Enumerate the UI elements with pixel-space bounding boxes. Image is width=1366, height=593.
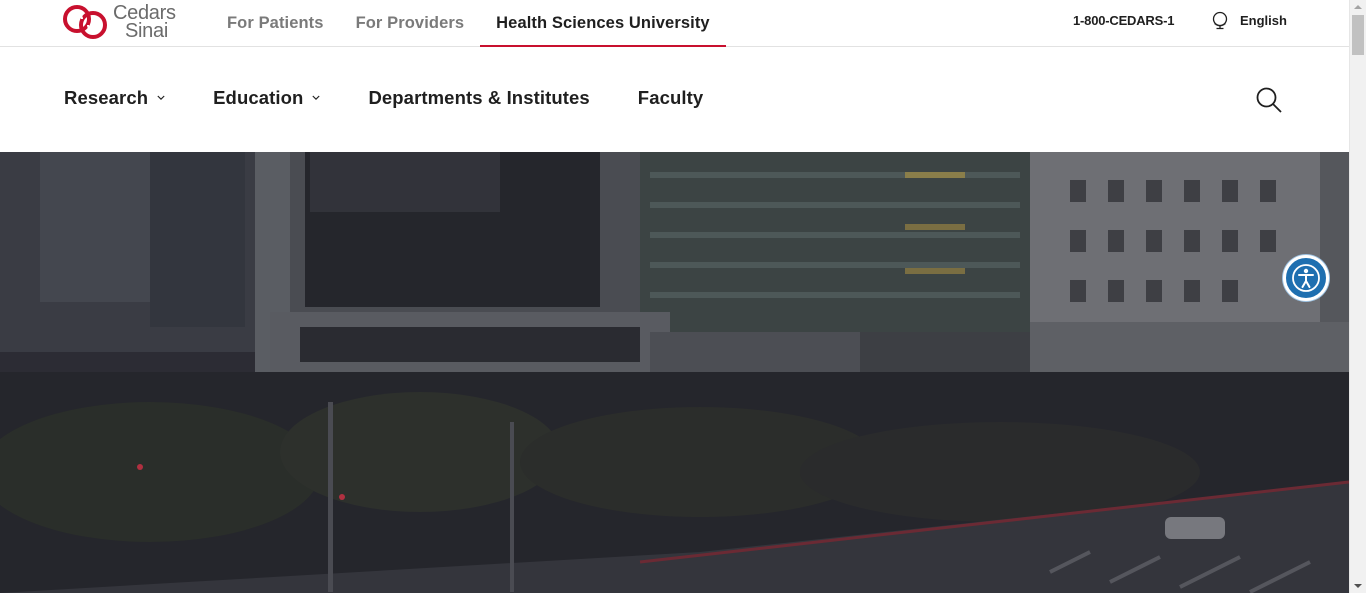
hospital-building-photo [0, 152, 1349, 593]
scroll-up-arrow-icon[interactable] [1350, 0, 1366, 14]
vertical-scrollbar[interactable] [1349, 0, 1366, 593]
scrollbar-thumb[interactable] [1352, 15, 1364, 55]
nav-education[interactable]: Education [213, 87, 321, 109]
accessibility-button[interactable] [1283, 255, 1329, 301]
chevron-down-icon [312, 95, 321, 100]
utility-bar: Cedars Sinai For Patients For Providers … [0, 0, 1349, 48]
chevron-down-icon [157, 95, 165, 100]
main-navigation: Research Education Departments & Institu… [0, 47, 1349, 152]
site-tabs: For Patients For Providers Health Scienc… [211, 0, 726, 48]
phone-link[interactable]: 1-800-CEDARS-1 [1073, 13, 1174, 28]
search-icon [1256, 87, 1282, 113]
nav-education-label: Education [213, 87, 304, 108]
nav-faculty-label: Faculty [637, 87, 704, 108]
nav-departments-institutes[interactable]: Departments & Institutes [368, 87, 589, 109]
site-logo[interactable]: Cedars Sinai [62, 1, 184, 43]
search-button[interactable] [1255, 86, 1283, 114]
tab-health-sciences-university[interactable]: Health Sciences University [480, 0, 726, 48]
language-selector[interactable]: English [1210, 10, 1287, 30]
tab-for-patients[interactable]: For Patients [211, 0, 340, 47]
accessibility-icon [1292, 264, 1320, 292]
scroll-down-arrow-icon[interactable] [1350, 579, 1366, 593]
logo-line2: Sinai [125, 20, 168, 42]
nav-research-label: Research [64, 87, 149, 108]
hero-image [0, 152, 1349, 593]
nav-research[interactable]: Research [64, 87, 165, 109]
language-label: English [1240, 12, 1287, 28]
nav-departments-label: Departments & Institutes [368, 87, 590, 108]
globe-icon [1212, 11, 1228, 30]
tab-for-providers[interactable]: For Providers [340, 0, 481, 47]
nav-faculty[interactable]: Faculty [638, 87, 703, 109]
cedars-sinai-logo-icon [63, 5, 107, 39]
